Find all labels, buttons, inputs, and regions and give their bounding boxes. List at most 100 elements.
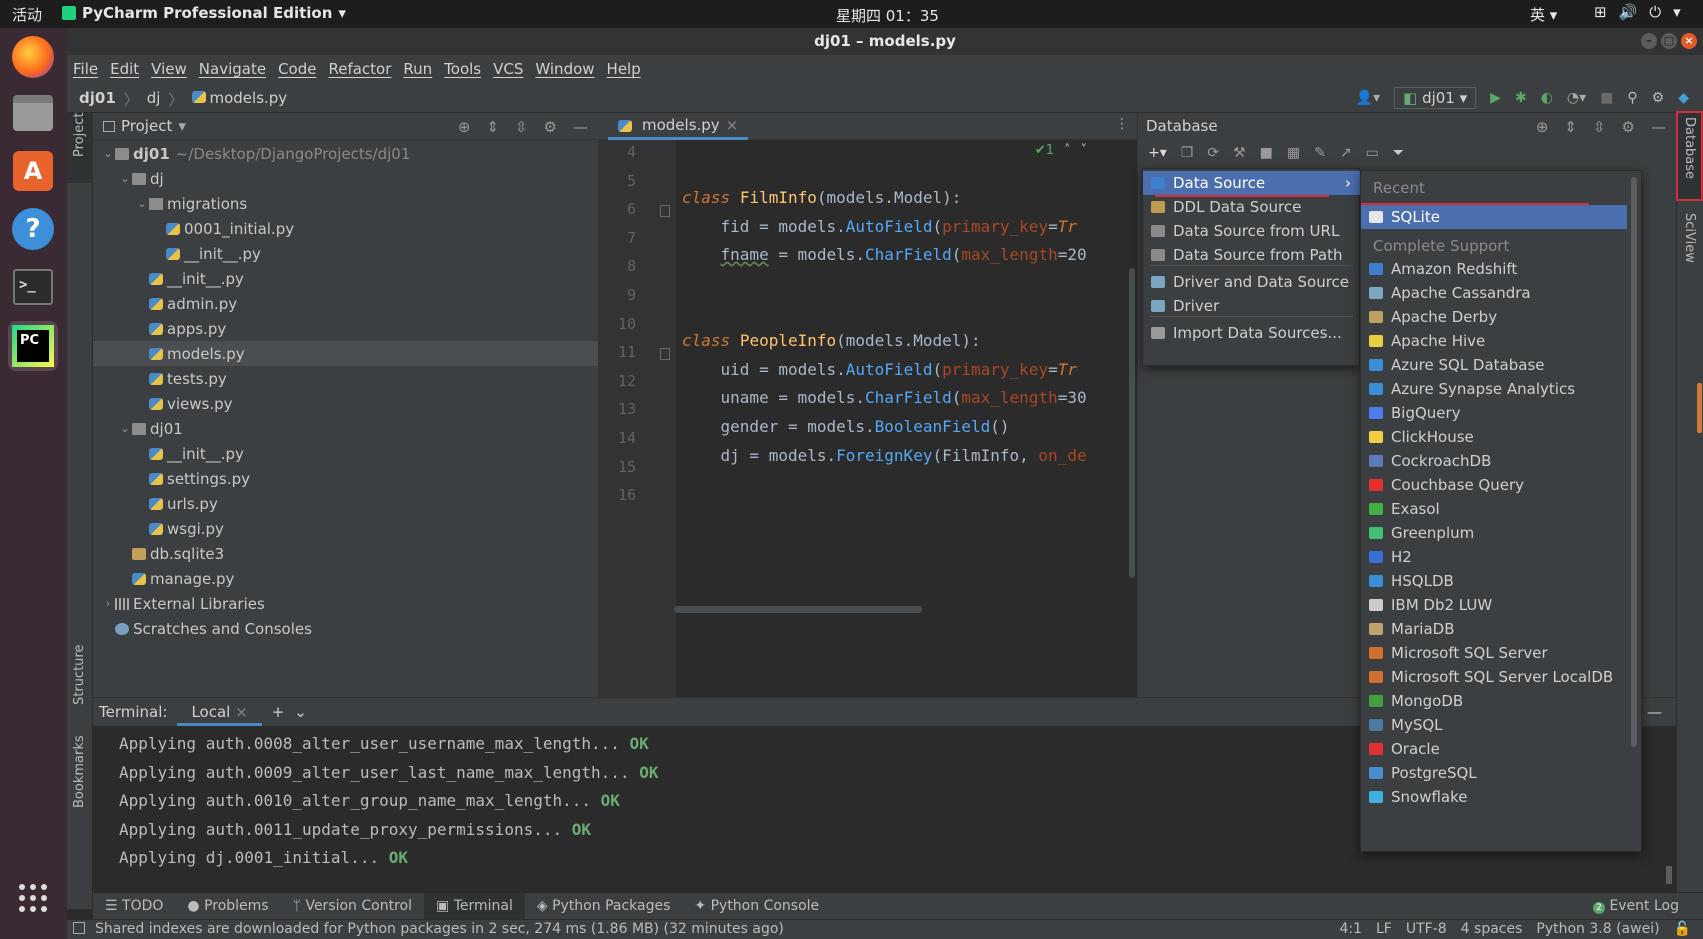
coverage-icon[interactable]: ◐	[1541, 90, 1553, 106]
close-tab-icon[interactable]: ×	[726, 116, 739, 134]
lock-icon[interactable]: 🔓	[1674, 921, 1691, 937]
data-source-item-mariadb[interactable]: MariaDB	[1361, 617, 1627, 641]
minimize-button[interactable]: –	[1641, 33, 1657, 49]
data-source-item-azure-sql-database[interactable]: Azure SQL Database	[1361, 353, 1627, 377]
gear-icon[interactable]: ⚙	[1622, 118, 1635, 136]
caret-position[interactable]: 4:1	[1339, 921, 1362, 937]
table-icon[interactable]: ▦	[1287, 145, 1300, 161]
data-source-item-bigquery[interactable]: BigQuery	[1361, 401, 1627, 425]
chevron-down-icon[interactable]: ⌄	[294, 703, 307, 721]
menu-item-data-source-from-path[interactable]: Data Source from Path	[1143, 243, 1361, 267]
data-source-item-hsqldb[interactable]: HSQLDB	[1361, 569, 1627, 593]
tree-item[interactable]: settings.py	[93, 466, 598, 491]
tree-item[interactable]: ⌄ migrations	[93, 191, 598, 216]
breadcrumb-file[interactable]: models.py	[191, 89, 287, 110]
more-tabs-icon[interactable]: ⋮	[1115, 116, 1129, 132]
data-source-item-apache-hive[interactable]: Apache Hive	[1361, 329, 1627, 353]
data-source-item-clickhouse[interactable]: ClickHouse	[1361, 425, 1627, 449]
editor-tab-models[interactable]: models.py ×	[608, 113, 749, 140]
activities-button[interactable]: 活动	[12, 4, 42, 25]
help-icon[interactable]: ?	[8, 204, 58, 254]
python-packages-tool-button[interactable]: ◈ Python Packages	[525, 893, 683, 920]
status-panel-icon[interactable]	[73, 922, 85, 934]
menu-item-ddl-data-source[interactable]: DDL Data Source	[1143, 195, 1361, 219]
python-console-tool-button[interactable]: ✦ Python Console	[682, 893, 831, 920]
menu-refactor[interactable]: Refactor	[328, 60, 391, 78]
data-source-item-mysql[interactable]: MySQL	[1361, 713, 1627, 737]
system-tray[interactable]: ⊞ 🔊 ⏻ ▾	[1594, 3, 1681, 21]
menu-window[interactable]: Window	[535, 60, 594, 78]
expand-arrow-icon[interactable]: ⌄	[101, 147, 115, 160]
event-log-button[interactable]: 2 Event Log	[1592, 898, 1679, 914]
fold-marker-icon[interactable]	[660, 205, 670, 218]
settings-icon[interactable]: ⚙	[1652, 90, 1665, 106]
close-tab-icon[interactable]: ×	[235, 703, 248, 721]
show-apps-icon[interactable]	[8, 873, 58, 923]
expand-arrow-icon[interactable]: ⌄	[118, 422, 132, 435]
data-source-item-ibm-db2-luw[interactable]: IBM Db2 LUW	[1361, 593, 1627, 617]
tree-item[interactable]: Scratches and Consoles	[93, 616, 598, 641]
menu-tools[interactable]: Tools	[444, 60, 481, 78]
copy-icon[interactable]: ❐	[1181, 145, 1194, 161]
tree-item[interactable]: 0001_initial.py	[93, 216, 598, 241]
tree-item[interactable]: apps.py	[93, 316, 598, 341]
terminal-tab-local[interactable]: Local ×	[177, 698, 262, 726]
gear-icon[interactable]: ⚙	[544, 118, 557, 136]
hide-icon[interactable]: —	[1647, 703, 1662, 721]
file-encoding[interactable]: UTF-8	[1406, 921, 1447, 937]
breadcrumb-folder[interactable]: dj	[147, 89, 161, 110]
data-source-item-microsoft-sql-server-localdb[interactable]: Microsoft SQL Server LocalDB	[1361, 665, 1627, 689]
sciview-tool-button[interactable]: SciView	[1682, 213, 1697, 263]
input-method-indicator[interactable]: 英 ▾	[1530, 4, 1557, 25]
menu-edit[interactable]: Edit	[110, 60, 139, 78]
data-source-item-couchbase-query[interactable]: Couchbase Query	[1361, 473, 1627, 497]
project-panel-title[interactable]: Project	[121, 117, 172, 135]
menu-code[interactable]: Code	[278, 60, 316, 78]
menu-help[interactable]: Help	[607, 60, 641, 78]
tree-item[interactable]: urls.py	[93, 491, 598, 516]
expand-all-icon[interactable]: ⇕	[486, 118, 499, 136]
data-source-item-h2[interactable]: H2	[1361, 545, 1627, 569]
pycharm-icon[interactable]: PC	[8, 321, 58, 371]
submenu-scrollbar[interactable]	[1631, 177, 1637, 747]
locate-icon[interactable]: ⊕	[458, 118, 471, 136]
menu-item-driver-and-data-source[interactable]: Driver and Data Source	[1143, 270, 1361, 294]
python-interpreter[interactable]: Python 3.8 (awei)	[1536, 921, 1659, 937]
chevron-down-icon[interactable]: ▾	[178, 117, 186, 135]
tree-item[interactable]: __init__.py	[93, 241, 598, 266]
expand-arrow-icon[interactable]: ⌄	[135, 197, 149, 210]
tree-item[interactable]: ⌄ dj01	[93, 416, 598, 441]
data-source-item-mongodb[interactable]: MongoDB	[1361, 689, 1627, 713]
tree-item[interactable]: __init__.py	[93, 266, 598, 291]
breadcrumb-project[interactable]: dj01	[79, 89, 116, 110]
jump-icon[interactable]: ↗	[1340, 145, 1352, 161]
console-icon[interactable]: ▭	[1366, 145, 1379, 161]
stop-icon[interactable]: ■	[1260, 145, 1273, 161]
hide-icon[interactable]: —	[573, 118, 588, 136]
tree-item[interactable]: views.py	[93, 391, 598, 416]
new-terminal-icon[interactable]: +	[272, 703, 285, 721]
files-icon[interactable]	[8, 88, 58, 138]
version-control-tool-button[interactable]: ᛘ Version Control	[281, 893, 424, 920]
debug-icon[interactable]: ✱	[1515, 90, 1527, 106]
next-highlight-icon[interactable]: ˅	[1081, 143, 1088, 158]
previous-highlight-icon[interactable]: ˄	[1064, 143, 1071, 158]
tree-item[interactable]: › External Libraries	[93, 591, 598, 616]
data-source-item-azure-synapse-analytics[interactable]: Azure Synapse Analytics	[1361, 377, 1627, 401]
problems-tool-button[interactable]: ● Problems	[175, 893, 280, 920]
tree-item[interactable]: manage.py	[93, 566, 598, 591]
data-source-item-snowflake[interactable]: Snowflake	[1361, 785, 1627, 809]
schema-icon[interactable]: ⚒	[1233, 145, 1246, 161]
menu-view[interactable]: View	[151, 60, 187, 78]
terminal-tool-button[interactable]: ▣ Terminal	[424, 892, 525, 920]
data-source-item-apache-derby[interactable]: Apache Derby	[1361, 305, 1627, 329]
terminal-scrollbar[interactable]	[1666, 866, 1672, 884]
window-title-bar[interactable]: dj01 – models.py – □ ×	[67, 28, 1703, 55]
clock[interactable]: 星期四 01：35	[836, 5, 939, 26]
add-icon[interactable]: +▾	[1148, 145, 1167, 161]
todo-tool-button[interactable]: ☰ TODO	[93, 893, 175, 920]
close-button[interactable]: ×	[1681, 33, 1697, 49]
profile-icon[interactable]: ◔▾	[1567, 90, 1586, 106]
collapse-all-icon[interactable]: ⇳	[515, 118, 528, 136]
menu-file[interactable]: File	[73, 60, 98, 78]
